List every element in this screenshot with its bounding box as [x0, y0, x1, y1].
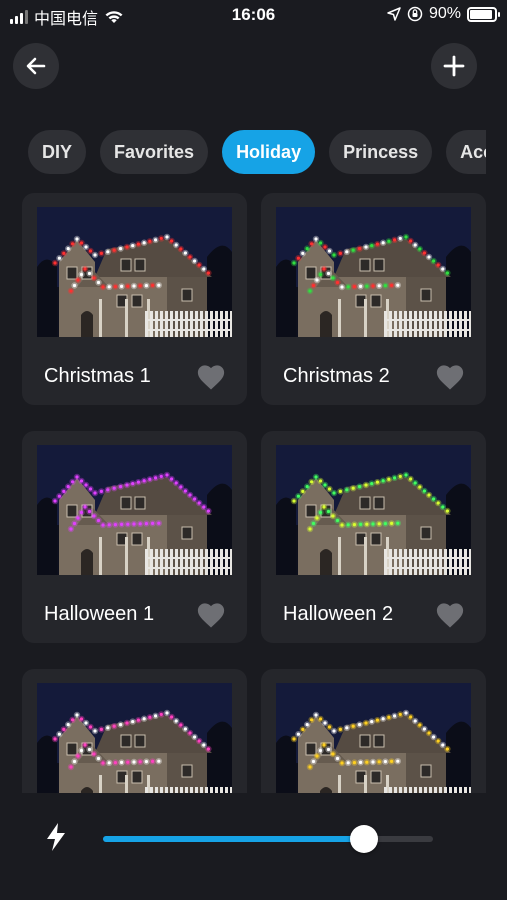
scene-thumbnail	[276, 683, 471, 793]
arrow-left-icon	[26, 57, 46, 75]
house-illustration	[37, 445, 232, 575]
heart-icon[interactable]	[435, 601, 465, 629]
heart-icon[interactable]	[196, 601, 226, 629]
category-tabs: DIY Favorites Holiday Princess Acce	[28, 130, 486, 174]
lightning-bolt-icon	[47, 823, 65, 851]
location-arrow-icon	[387, 7, 401, 21]
scene-card[interactable]: Halloween 1	[22, 431, 247, 643]
tab-holiday[interactable]: Holiday	[222, 130, 316, 174]
battery-percent: 90%	[428, 5, 461, 22]
scene-label: Christmas 1	[44, 365, 151, 387]
tab-diy[interactable]: DIY	[28, 130, 87, 174]
house-illustration	[37, 207, 232, 337]
slider-fill	[103, 836, 364, 842]
scene-thumbnail	[37, 207, 232, 337]
plus-icon	[443, 55, 465, 77]
scene-label: Halloween 1	[44, 603, 155, 625]
brightness-bar	[0, 793, 507, 900]
scene-card[interactable]: Halloween 2	[261, 431, 486, 643]
scene-card[interactable]	[22, 669, 247, 793]
scene-card[interactable]: Christmas 2	[261, 193, 486, 405]
scene-label: Christmas 2	[283, 365, 390, 387]
scene-label: Halloween 2	[283, 603, 394, 625]
scene-thumbnail	[276, 207, 471, 337]
house-illustration	[276, 683, 471, 793]
house-illustration	[276, 207, 471, 337]
house-illustration	[37, 683, 232, 793]
tab-favorites[interactable]: Favorites	[100, 130, 209, 174]
slider-thumb[interactable]	[349, 825, 378, 853]
add-button[interactable]	[431, 43, 477, 89]
back-button[interactable]	[13, 43, 59, 89]
heart-icon[interactable]	[196, 363, 226, 391]
scene-grid: Christmas 1 Christmas 2 Halloween 1 Hall…	[22, 193, 486, 793]
scene-thumbnail	[37, 683, 232, 793]
app-screen: 中国电信 16:06 90% DIY Favorites Holiday Pri…	[0, 0, 507, 900]
tab-accessories[interactable]: Acce	[446, 130, 486, 174]
status-bar: 中国电信 16:06 90%	[0, 0, 507, 32]
scene-thumbnail	[276, 445, 471, 575]
scene-card[interactable]: Christmas 1	[22, 193, 247, 405]
scene-thumbnail	[37, 445, 232, 575]
rotation-lock-icon	[407, 6, 423, 22]
brightness-slider[interactable]	[103, 825, 433, 853]
scene-card[interactable]	[261, 669, 486, 793]
status-right: 90%	[387, 5, 500, 23]
heart-icon[interactable]	[435, 363, 465, 391]
tab-princess[interactable]: Princess	[329, 130, 433, 174]
house-illustration	[276, 445, 471, 575]
battery-icon	[467, 6, 500, 22]
